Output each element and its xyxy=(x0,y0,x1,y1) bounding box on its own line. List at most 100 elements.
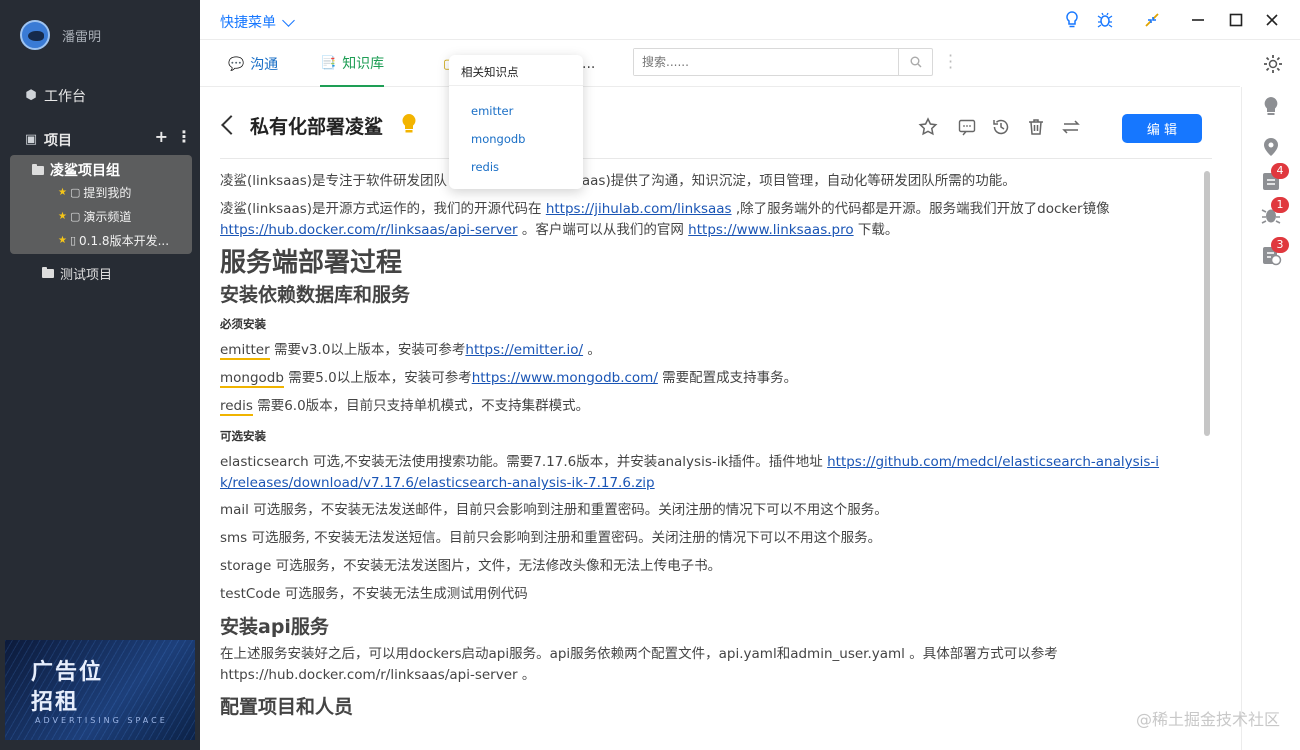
bulb-icon[interactable] xyxy=(1260,95,1282,117)
move-icon[interactable] xyxy=(1061,117,1081,137)
close-icon[interactable] xyxy=(1262,10,1282,30)
heading-2: 安装api服务 xyxy=(220,616,329,638)
cube-icon: ⬢ xyxy=(25,88,37,103)
quick-menu-label: 快捷菜单 xyxy=(220,15,276,31)
gear-icon[interactable] xyxy=(1262,53,1284,75)
channel-item-demo[interactable]: ★ ▢ 演示频道 xyxy=(58,208,131,225)
keyword-emitter[interactable]: emitter xyxy=(220,342,270,360)
search-box[interactable] xyxy=(633,48,933,76)
scrollbar[interactable] xyxy=(1204,171,1210,436)
popover-item[interactable]: mongodb xyxy=(471,132,525,146)
document-view: 私有化部署凌鲨 编 辑 凌鲨(linksaas)是专注于软件研发团队 ksaas)… xyxy=(200,87,1240,750)
comment-icon[interactable] xyxy=(957,117,977,137)
tab-overflow[interactable]: ... xyxy=(582,41,595,87)
maximize-icon[interactable] xyxy=(1226,10,1246,30)
folder-icon xyxy=(42,267,54,278)
heading-optional: 可选安装 xyxy=(220,429,266,443)
heading-required: 必须安装 xyxy=(220,317,266,331)
search-input[interactable] xyxy=(634,49,898,75)
testcode-line: testCode 可选服务，不安装无法生成测试用例代码 xyxy=(220,586,528,602)
keyword-redis[interactable]: redis xyxy=(220,398,253,416)
text: elasticsearch 可选,不安装无法使用搜索功能。需要7.17.6版本，… xyxy=(220,454,828,470)
mongodb-link[interactable]: https://www.mongodb.com/ xyxy=(472,370,658,386)
tab-knowledge-base[interactable]: 📑 知识库 xyxy=(320,41,385,87)
testcase-count-badge: 3 xyxy=(1271,237,1289,253)
channel-item-release[interactable]: ★ ▯ 0.1.8版本开发... xyxy=(58,232,169,249)
api-server-link[interactable]: https://hub.docker.com/r/linksaas/api-se… xyxy=(220,667,518,683)
add-icon[interactable]: + xyxy=(155,127,168,146)
website-link[interactable]: https://www.linksaas.pro xyxy=(688,222,853,238)
text: ,除了服务端外的代码都是开源。服务端我们开放了docker镜像 xyxy=(731,201,1110,217)
avatar[interactable] xyxy=(20,20,50,50)
sidebar-item-test-project[interactable]: 测试项目 xyxy=(42,264,112,283)
tab-bar: 💬 沟通 📑 知识库 ▢ ... ··· xyxy=(200,41,1240,87)
popover-item[interactable]: redis xyxy=(471,160,499,174)
collapse-arrows-icon[interactable] xyxy=(1142,10,1162,30)
text: 凌鲨(linksaas)是开源方式运作的，我们的开源代码在 xyxy=(220,201,546,217)
more-icon[interactable]: ⋮ xyxy=(176,127,192,146)
emitter-link[interactable]: https://emitter.io/ xyxy=(465,342,583,358)
bulb-icon[interactable] xyxy=(401,113,417,135)
history-icon[interactable] xyxy=(991,117,1011,137)
sidebar-item-label: 项目 xyxy=(44,133,72,149)
more-vertical-icon[interactable]: · · · xyxy=(948,48,953,76)
bug-icon[interactable] xyxy=(1095,10,1115,30)
bulb-icon[interactable] xyxy=(1062,10,1082,30)
keyword-mongodb[interactable]: mongodb xyxy=(220,370,284,388)
ad-line2: 招租 xyxy=(31,690,80,715)
location-icon[interactable] xyxy=(1260,136,1282,158)
text: ksaas)提供了沟通，知识沉淀，项目管理，自动化等研发团队所需的功能。 xyxy=(567,173,1016,189)
back-arrow-icon[interactable] xyxy=(221,115,241,135)
user-profile[interactable]: 潘雷明 xyxy=(20,20,101,50)
star-icon[interactable] xyxy=(918,117,938,137)
tab-label: 沟通 xyxy=(250,57,279,73)
mongodb-line: mongodb 需要5.0以上版本，安装可参考https://www.mongo… xyxy=(220,368,1180,389)
chat-icon: ▢ xyxy=(69,186,81,199)
ad-banner[interactable]: 广告位 招租 ADVERTISING SPACE xyxy=(5,640,195,740)
username: 潘雷明 xyxy=(62,29,102,45)
ad-line1: 广告位 xyxy=(31,660,104,685)
watermark: @稀土掘金技术社区 xyxy=(1135,710,1280,729)
heading-1: 服务端部署过程 xyxy=(220,248,403,278)
tab-chat[interactable]: 💬 沟通 xyxy=(228,41,278,87)
mail-line: mail 可选服务，不安装无法发送邮件，目前只会影响到注册和重置密码。关闭注册的… xyxy=(220,502,888,518)
intro-paragraph: 凌鲨(linksaas)是专注于软件研发团队 ksaas)提供了沟通，知识沉淀，项… xyxy=(220,171,1180,192)
project-group-title[interactable]: 凌鲨项目组 xyxy=(32,160,120,180)
star-icon: ★ xyxy=(58,187,67,198)
divider xyxy=(449,85,583,86)
text: 需要v3.0以上版本，安装可参考 xyxy=(269,342,466,358)
docker-link[interactable]: https://hub.docker.com/r/linksaas/api-se… xyxy=(220,222,518,238)
edit-button[interactable]: 编 辑 xyxy=(1122,114,1202,143)
channel-label: 演示频道 xyxy=(83,210,132,224)
right-rail xyxy=(1241,87,1300,750)
sidebar-item-label: 测试项目 xyxy=(60,268,113,283)
text: 需要5.0以上版本，安装可参考 xyxy=(283,370,472,386)
star-icon: ★ xyxy=(58,235,67,246)
sidebar-item-projects[interactable]: ▣ 项目 + ⋮ xyxy=(24,127,192,150)
sidebar-item-workbench[interactable]: ⬢ 工作台 xyxy=(24,86,86,106)
popover-item[interactable]: emitter xyxy=(471,104,513,118)
trash-icon[interactable] xyxy=(1026,117,1046,137)
quick-menu-dropdown[interactable]: 快捷菜单 xyxy=(220,12,295,32)
redis-line: redis 需要6.0版本，目前只支持单机模式，不支持集群模式。 xyxy=(220,396,1180,417)
heading-2: 配置项目和人员 xyxy=(220,696,354,718)
folder-icon xyxy=(32,163,44,175)
text: 需要6.0版本，目前只支持单机模式，不支持集群模式。 xyxy=(252,398,590,414)
popover-title: 相关知识点 xyxy=(461,65,519,79)
text: 凌鲨(linksaas)是专注于软件研发团队 xyxy=(220,173,448,189)
book-icon: 📑 xyxy=(320,55,337,71)
chat-icon: ▢ xyxy=(69,210,81,223)
repo-link[interactable]: https://jihulab.com/linksaas xyxy=(546,201,732,217)
divider xyxy=(220,158,1212,159)
document-icon: ▯ xyxy=(69,234,77,247)
tab-label: 知识库 xyxy=(342,56,385,72)
text: 。 xyxy=(583,342,601,358)
text: 。客户端可以从我们的官网 xyxy=(517,222,689,238)
page-title: 私有化部署凌鲨 xyxy=(250,116,384,138)
chevron-down-icon xyxy=(282,13,295,27)
search-icon[interactable] xyxy=(898,49,932,75)
minimize-icon[interactable] xyxy=(1188,10,1208,30)
opensource-paragraph: 凌鲨(linksaas)是开源方式运作的，我们的开源代码在 https://ji… xyxy=(220,199,1180,241)
channel-item-mentions[interactable]: ★ ▢ 提到我的 xyxy=(58,184,131,201)
sidebar: 潘雷明 ⬢ 工作台 ▣ 项目 + ⋮ 凌鲨项目组 ★ ▢ 提到我的 ★ ▢ 演示频道… xyxy=(0,0,200,750)
